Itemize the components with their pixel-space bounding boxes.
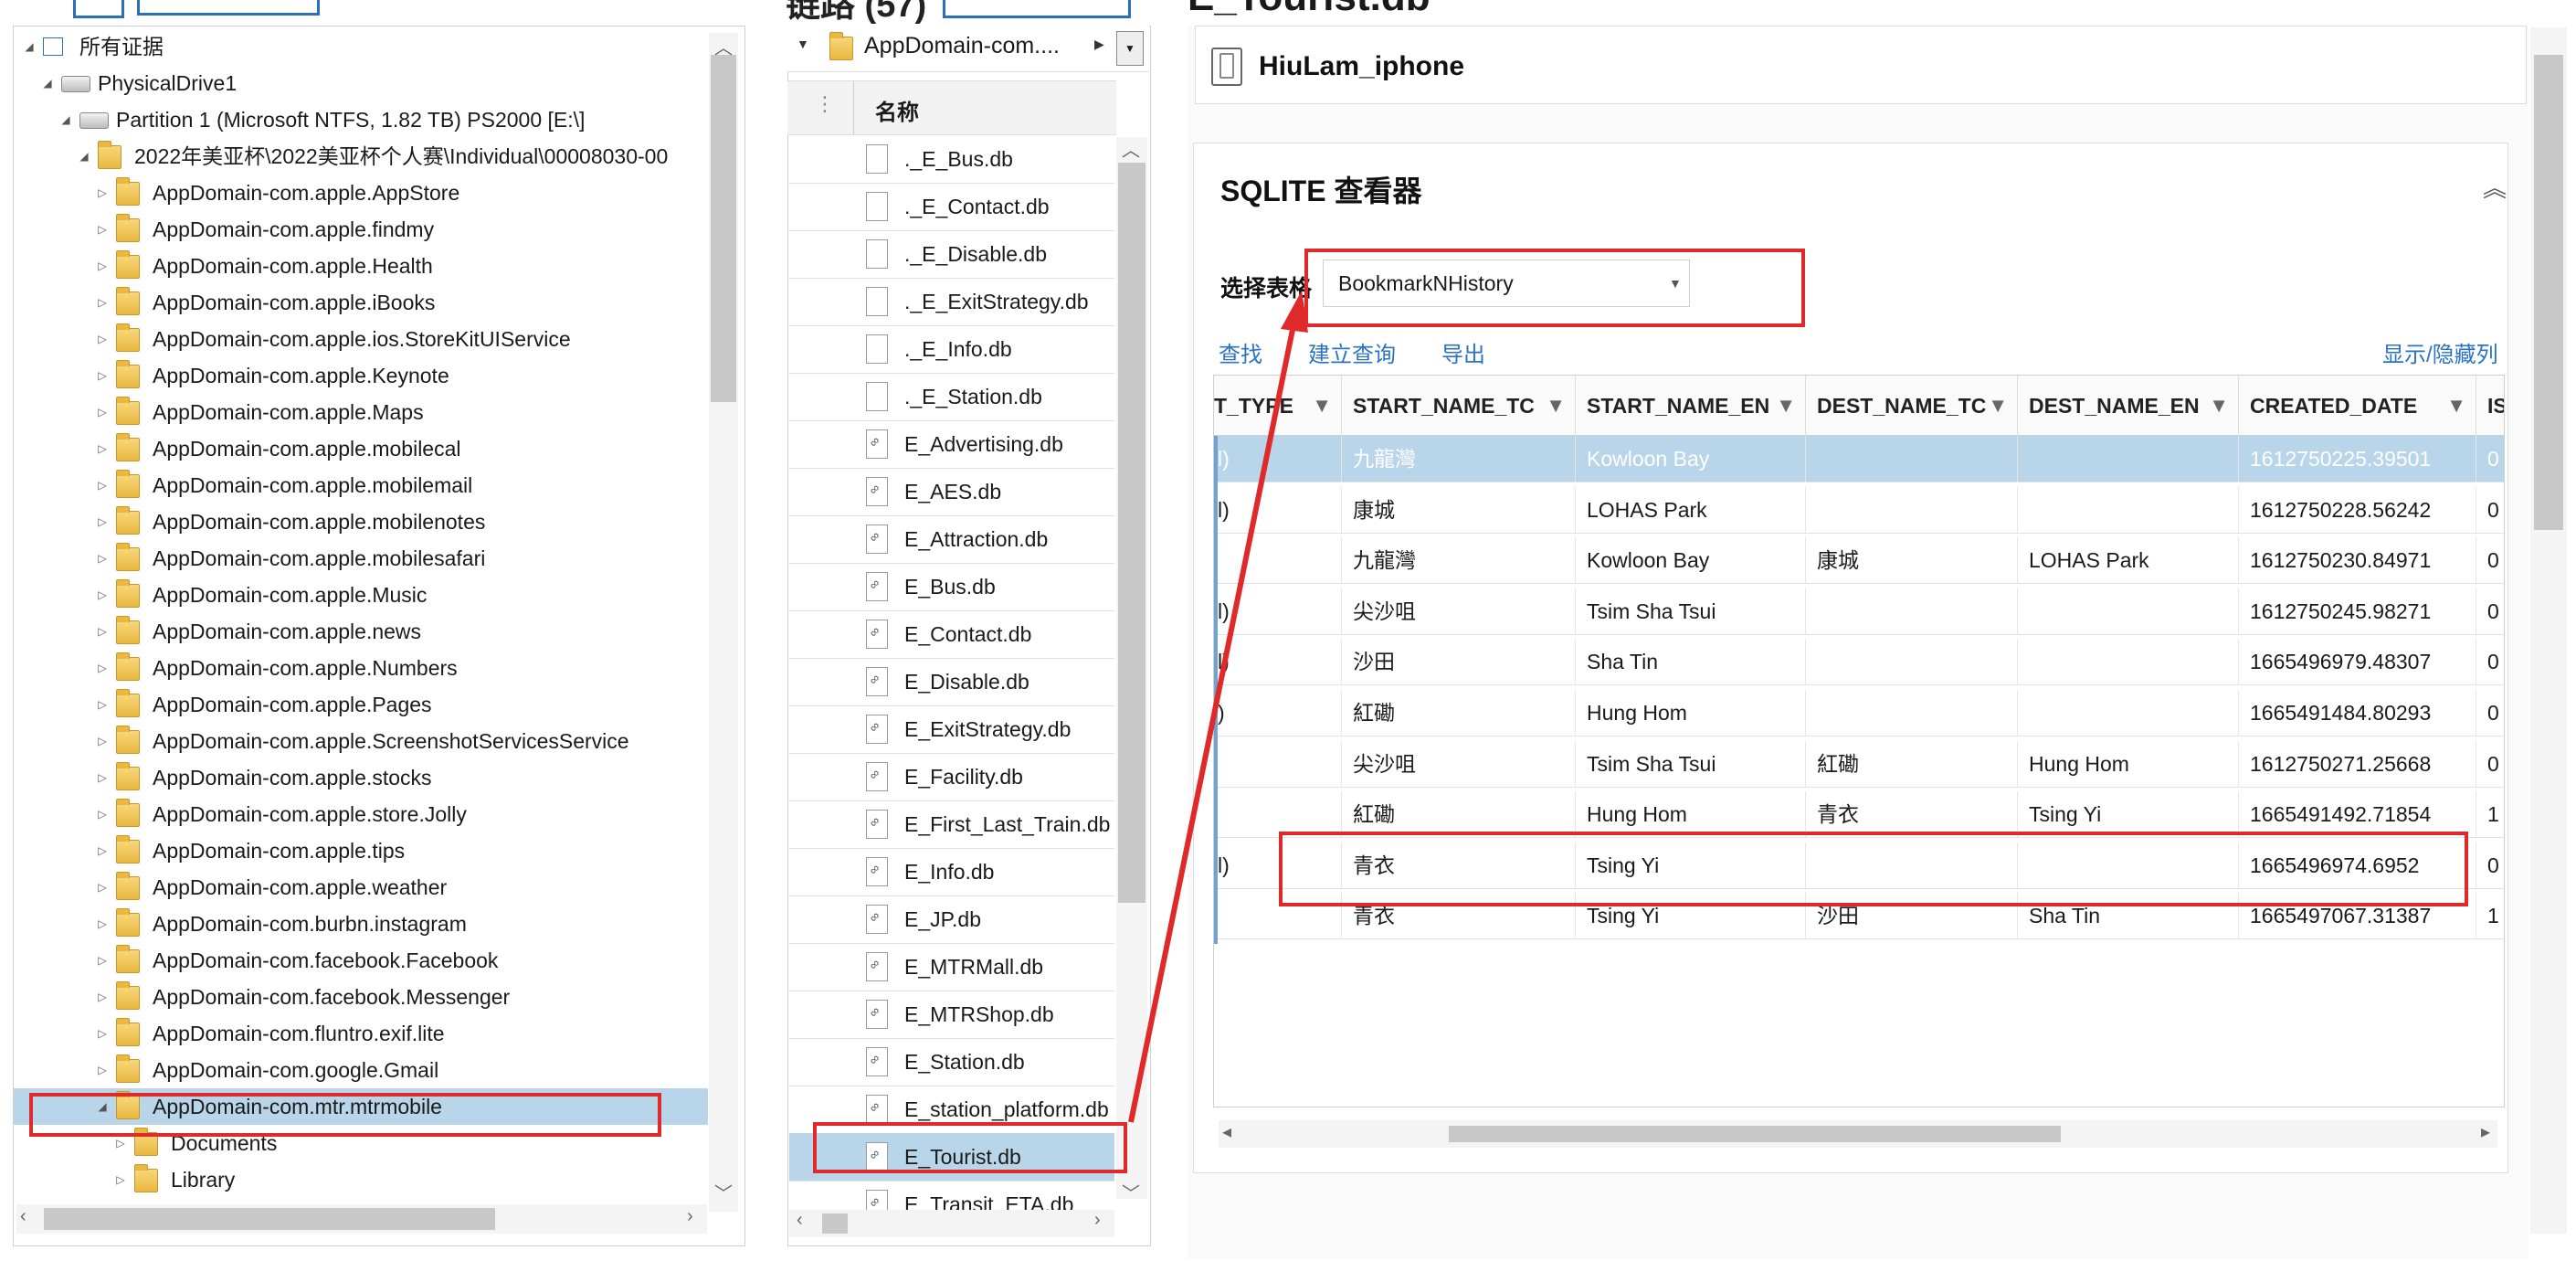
annotation-arrow (1128, 291, 1308, 1123)
